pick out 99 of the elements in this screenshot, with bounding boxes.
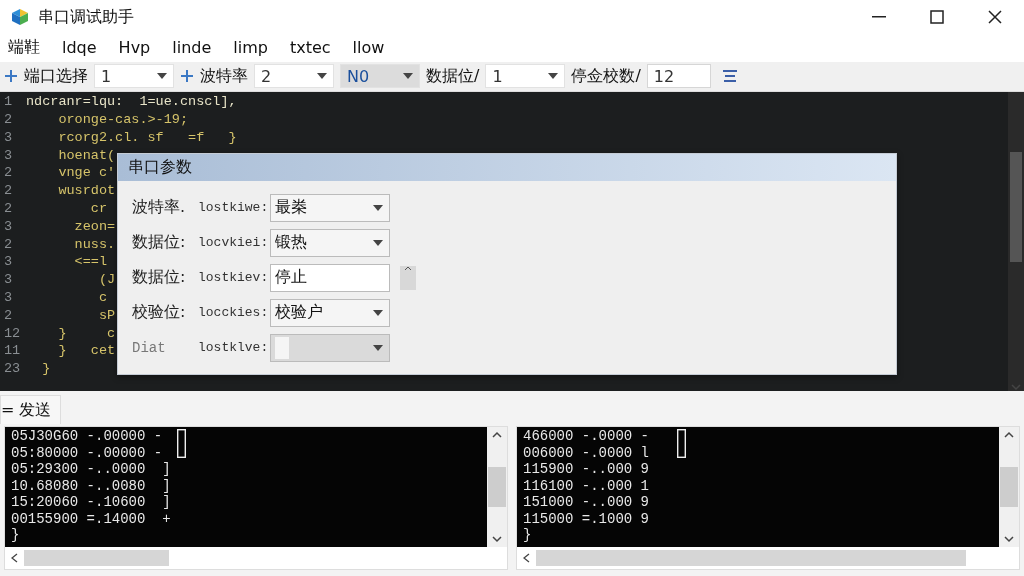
menu-item[interactable]: txtec bbox=[289, 38, 331, 58]
window-title: 串口调试助手 bbox=[38, 6, 135, 28]
caret-icon bbox=[373, 239, 383, 246]
terminal-line: } bbox=[523, 527, 532, 544]
caret-icon bbox=[373, 204, 383, 211]
cursor-icon bbox=[177, 429, 186, 458]
terminal-line: 116100 -..000 1 bbox=[523, 477, 650, 494]
scrollbar[interactable] bbox=[1008, 92, 1024, 392]
menu-item[interactable]: ldqe bbox=[62, 38, 97, 58]
caret-up-icon bbox=[405, 265, 411, 272]
menu-item[interactable]: llow bbox=[352, 38, 385, 58]
caret-icon bbox=[548, 73, 559, 80]
code-line: vnge c' bbox=[57, 165, 116, 183]
caret-icon bbox=[157, 73, 167, 80]
terminal-line: 05:29300 -..0000 ] bbox=[11, 461, 171, 478]
toolbar-label: 波特率 bbox=[200, 65, 248, 87]
terminal-line: 05J30G60 -.00000 - bbox=[11, 428, 163, 445]
terminal-line: 115900 -..000 9 bbox=[523, 461, 650, 478]
code-line: } cet bbox=[57, 343, 116, 361]
field-label: 校验位: bbox=[132, 302, 187, 324]
code-line: cr bbox=[89, 201, 107, 219]
terminal-line: 006000 -.0000 l bbox=[523, 444, 650, 461]
terminal-line: 15:20060 -.10600 ] bbox=[11, 494, 171, 511]
send-tab[interactable]: = 发送 bbox=[0, 395, 61, 424]
input-field[interactable]: 停止 bbox=[270, 263, 390, 292]
menu-item[interactable]: 端鞋 bbox=[8, 37, 40, 59]
scrollbar[interactable] bbox=[487, 427, 507, 547]
line-number: 2 bbox=[3, 201, 14, 219]
line-number: 3 bbox=[3, 129, 14, 147]
app-logo-icon bbox=[10, 7, 30, 27]
code-line: (J bbox=[97, 272, 116, 290]
input-field[interactable]: 12 bbox=[646, 64, 711, 89]
toolbar-label: 端口选择 bbox=[24, 65, 88, 87]
code-line: nuss. bbox=[73, 236, 116, 254]
line-number: 12 bbox=[3, 325, 22, 343]
terminal-line: 00155900 =.14000 + bbox=[11, 510, 171, 527]
code-line: ndcranr=lqu: 1=ue.cnscl], bbox=[26, 94, 237, 112]
code-line: <==l bbox=[73, 254, 107, 272]
caret-icon bbox=[373, 344, 383, 351]
line-number: 3 bbox=[3, 147, 14, 165]
caret-icon bbox=[403, 73, 413, 80]
toolbar-label: 数据位/ bbox=[426, 65, 480, 87]
line-number: 2 bbox=[3, 307, 14, 325]
dropdown[interactable]: 2 bbox=[254, 64, 334, 89]
line-number: 3 bbox=[3, 272, 14, 290]
dropdown[interactable]: 1 bbox=[485, 64, 566, 89]
menu-item[interactable]: linde bbox=[172, 38, 212, 58]
plus-icon[interactable] bbox=[4, 69, 18, 84]
field-sublabel: locckies: bbox=[198, 305, 270, 321]
line-number: 2 bbox=[3, 236, 14, 254]
code-line: } c bbox=[57, 325, 116, 343]
line-number: 3 bbox=[3, 218, 14, 236]
cursor-icon bbox=[677, 429, 686, 458]
code-line: rcorg2.cl. sf =f } bbox=[57, 129, 237, 147]
menu-icon[interactable] bbox=[722, 70, 737, 83]
plus-icon[interactable] bbox=[180, 69, 194, 84]
code-line: zeon= bbox=[73, 218, 116, 236]
dropdown[interactable]: 锻热 bbox=[270, 228, 390, 257]
code-line: wusrdot bbox=[57, 183, 116, 201]
dropdown[interactable]: 1 bbox=[94, 64, 174, 89]
dropdown[interactable]: 校验户 bbox=[270, 298, 390, 327]
field-label: 数据位: bbox=[132, 267, 187, 289]
code-line: } bbox=[41, 361, 51, 379]
terminal-line: 05:80000 -.00000 - bbox=[11, 444, 163, 461]
scrollbar[interactable] bbox=[999, 427, 1019, 547]
maximize-icon bbox=[930, 10, 944, 24]
menu-item[interactable]: Hvp bbox=[118, 38, 151, 58]
line-number: 3 bbox=[3, 254, 14, 272]
terminal-line: 10.68080 -..0080 ] bbox=[11, 477, 171, 494]
code-line: c bbox=[97, 290, 107, 308]
terminal-line: 466000 -.0000 - bbox=[523, 428, 650, 445]
line-number: 2 bbox=[3, 165, 14, 183]
terminal-line: 115000 =.1000 9 bbox=[523, 510, 650, 527]
field-sublabel: lostkiwe: bbox=[198, 200, 270, 216]
line-number: 11 bbox=[3, 343, 22, 361]
caret-icon bbox=[373, 309, 383, 316]
toolbar-label: 停佥校数/ bbox=[571, 65, 641, 87]
caret-icon bbox=[317, 73, 327, 80]
field-label: 数据位: bbox=[132, 232, 187, 254]
dropdown[interactable]: 最桊 bbox=[270, 193, 390, 222]
minimize-icon bbox=[872, 16, 886, 18]
field-sublabel: locvkiei: bbox=[198, 235, 270, 251]
dialog-title: 串口参数 bbox=[128, 157, 192, 179]
field-label: Diat bbox=[132, 339, 167, 356]
terminal-line: 151000 -..000 9 bbox=[523, 494, 650, 511]
close-icon bbox=[988, 10, 1002, 24]
line-number: 2 bbox=[3, 112, 14, 130]
code-line: oronge-cas.>-19; bbox=[57, 112, 189, 130]
terminal-line: } bbox=[11, 527, 20, 544]
field-sublabel: lostklve: bbox=[198, 340, 270, 356]
line-number: 2 bbox=[3, 183, 14, 201]
line-number: 1 bbox=[3, 94, 14, 112]
field-label: 波特率. bbox=[132, 197, 187, 219]
menu-item[interactable]: limp bbox=[233, 38, 268, 58]
code-line: hoenat( bbox=[57, 147, 116, 165]
line-number: 3 bbox=[3, 290, 14, 308]
field-sublabel: lostkiev: bbox=[198, 270, 270, 286]
code-line: sP bbox=[97, 307, 116, 325]
line-number: 23 bbox=[3, 361, 22, 379]
